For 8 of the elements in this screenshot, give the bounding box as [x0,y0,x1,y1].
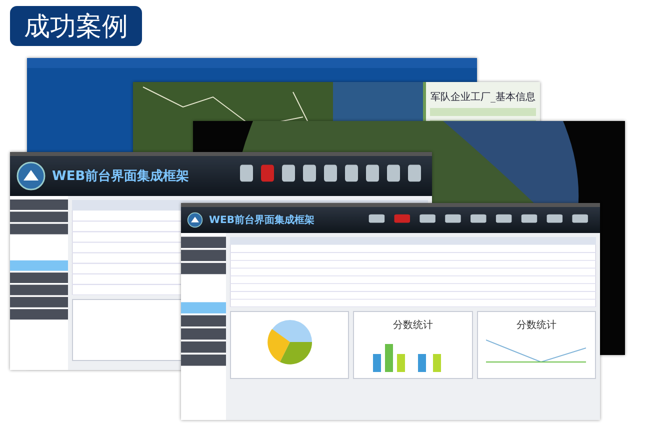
logo-icon [16,161,46,191]
chart-title: 分数统计 [516,318,556,332]
section-title: 成功案例 [10,6,142,46]
logo-icon [187,212,203,228]
app-title: WEB前台界面集成框架 [209,214,314,227]
app-title: WEB前台界面集成框架 [52,168,190,185]
panel-title: 军队企业工厂_基本信息 [430,90,536,104]
chart-title: 分数统计 [392,318,433,332]
